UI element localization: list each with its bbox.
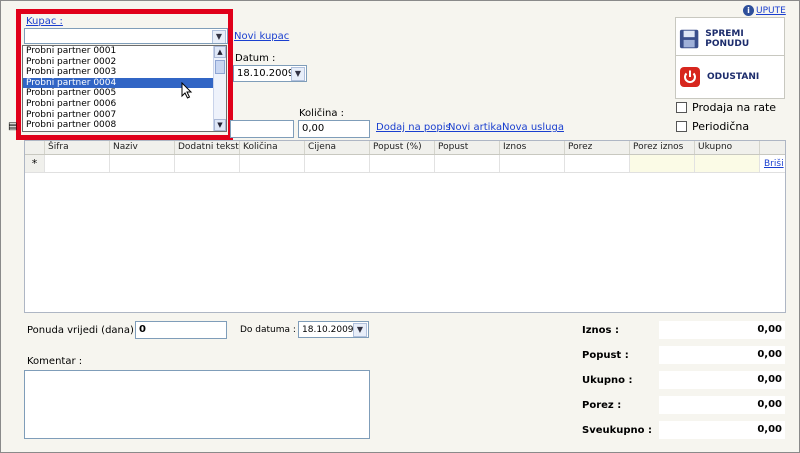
grid-row-selector-header bbox=[25, 141, 45, 154]
total-value: 0,00 bbox=[659, 321, 785, 339]
total-value: 0,00 bbox=[659, 371, 785, 389]
periodicna-checkbox[interactable] bbox=[676, 121, 687, 132]
grid-column-header[interactable]: Šifra bbox=[45, 141, 110, 154]
prodaja-na-rate-checkbox[interactable] bbox=[676, 102, 687, 113]
ponuda-vrijedi-value: 0 bbox=[139, 324, 146, 335]
grid-cell[interactable] bbox=[370, 155, 435, 172]
grid-cell[interactable] bbox=[175, 155, 240, 172]
komentar-label: Komentar : bbox=[27, 356, 83, 367]
ponuda-vrijedi-label: Ponuda vrijedi (dana) : bbox=[27, 325, 141, 336]
grid-column-header[interactable]: Iznos bbox=[500, 141, 565, 154]
datum-picker[interactable]: 18.10.2009 ▼ bbox=[233, 65, 307, 82]
brisi-link[interactable]: Briši bbox=[760, 155, 784, 172]
items-grid[interactable]: Šifra Naziv Dodatni tekst Količina Cijena Pop… bbox=[24, 140, 786, 313]
do-datuma-value: 18.10.2009 bbox=[302, 325, 354, 335]
datum-label: Datum : bbox=[235, 53, 276, 64]
grid-column-header[interactable]: Naziv bbox=[110, 141, 175, 154]
grid-column-header[interactable]: Popust (%) bbox=[370, 141, 435, 154]
grid-cell[interactable] bbox=[45, 155, 110, 172]
grid-cell[interactable] bbox=[110, 155, 175, 172]
grid-column-header[interactable]: Dodatni tekst bbox=[175, 141, 240, 154]
artikal-input[interactable] bbox=[230, 120, 294, 138]
grid-column-header[interactable]: Cijena bbox=[305, 141, 370, 154]
kolicina-label: Količina : bbox=[299, 108, 345, 119]
info-icon[interactable]: i bbox=[743, 5, 754, 16]
ponuda-vrijedi-input[interactable]: 0 bbox=[135, 321, 227, 339]
datum-value: 18.10.2009 bbox=[237, 68, 295, 79]
list-icon: ▤ bbox=[8, 121, 18, 132]
grid-header: Šifra Naziv Dodatni tekst Količina Cijena Pop… bbox=[25, 141, 785, 155]
novi-kupac-link[interactable]: Novi kupac bbox=[234, 31, 289, 42]
total-value: 0,00 bbox=[659, 396, 785, 414]
kolicina-input[interactable]: 0,00 bbox=[298, 120, 370, 138]
grid-column-header[interactable]: Količina bbox=[240, 141, 305, 154]
chevron-down-icon[interactable]: ▼ bbox=[291, 67, 305, 81]
grid-cell[interactable] bbox=[695, 155, 760, 172]
grid-cell[interactable] bbox=[500, 155, 565, 172]
highlight-box bbox=[16, 9, 233, 140]
total-label: Iznos : bbox=[582, 325, 619, 336]
grid-column-header[interactable]: Ukupno bbox=[695, 141, 760, 154]
grid-cell[interactable] bbox=[565, 155, 630, 172]
floppy-disk-icon bbox=[679, 29, 699, 49]
do-datuma-picker[interactable]: 18.10.2009 ▼ bbox=[298, 321, 369, 338]
odustani-button[interactable]: ODUSTANI bbox=[675, 55, 785, 99]
grid-new-row[interactable]: * Briši bbox=[25, 155, 785, 173]
grid-column-header[interactable]: Popust bbox=[435, 141, 500, 154]
komentar-textarea[interactable] bbox=[24, 370, 370, 439]
new-row-marker: * bbox=[25, 155, 45, 172]
grid-cell[interactable] bbox=[305, 155, 370, 172]
kolicina-value: 0,00 bbox=[302, 123, 325, 134]
chevron-down-icon[interactable]: ▼ bbox=[353, 323, 367, 337]
upute-link[interactable]: UPUTE bbox=[756, 6, 786, 16]
nova-usluga-link[interactable]: Nova usluga bbox=[502, 122, 564, 133]
grid-cell[interactable] bbox=[630, 155, 695, 172]
grid-cell[interactable] bbox=[240, 155, 305, 172]
total-label: Popust : bbox=[582, 350, 629, 361]
grid-cell[interactable] bbox=[435, 155, 500, 172]
power-icon bbox=[680, 67, 700, 87]
odustani-label: ODUSTANI bbox=[707, 72, 760, 82]
mouse-cursor-icon bbox=[181, 82, 193, 99]
dodaj-na-popis-link[interactable]: Dodaj na popis bbox=[376, 122, 451, 133]
grid-column-header[interactable]: Porez bbox=[565, 141, 630, 154]
novi-artikal-link[interactable]: Novi artikal bbox=[448, 122, 505, 133]
grid-column-header[interactable]: Porez iznos bbox=[630, 141, 695, 154]
total-value: 0,00 bbox=[659, 421, 785, 439]
prodaja-na-rate-label: Prodaja na rate bbox=[692, 101, 777, 114]
spremi-ponudu-label: SPREMI PONUDU bbox=[705, 29, 750, 49]
do-datuma-label: Do datuma : bbox=[240, 325, 296, 335]
total-label: Sveukupno : bbox=[582, 425, 653, 436]
total-value: 0,00 bbox=[659, 346, 785, 364]
periodicna-label: Periodična bbox=[692, 120, 750, 133]
total-label: Porez : bbox=[582, 400, 622, 411]
total-label: Ukupno : bbox=[582, 375, 633, 386]
